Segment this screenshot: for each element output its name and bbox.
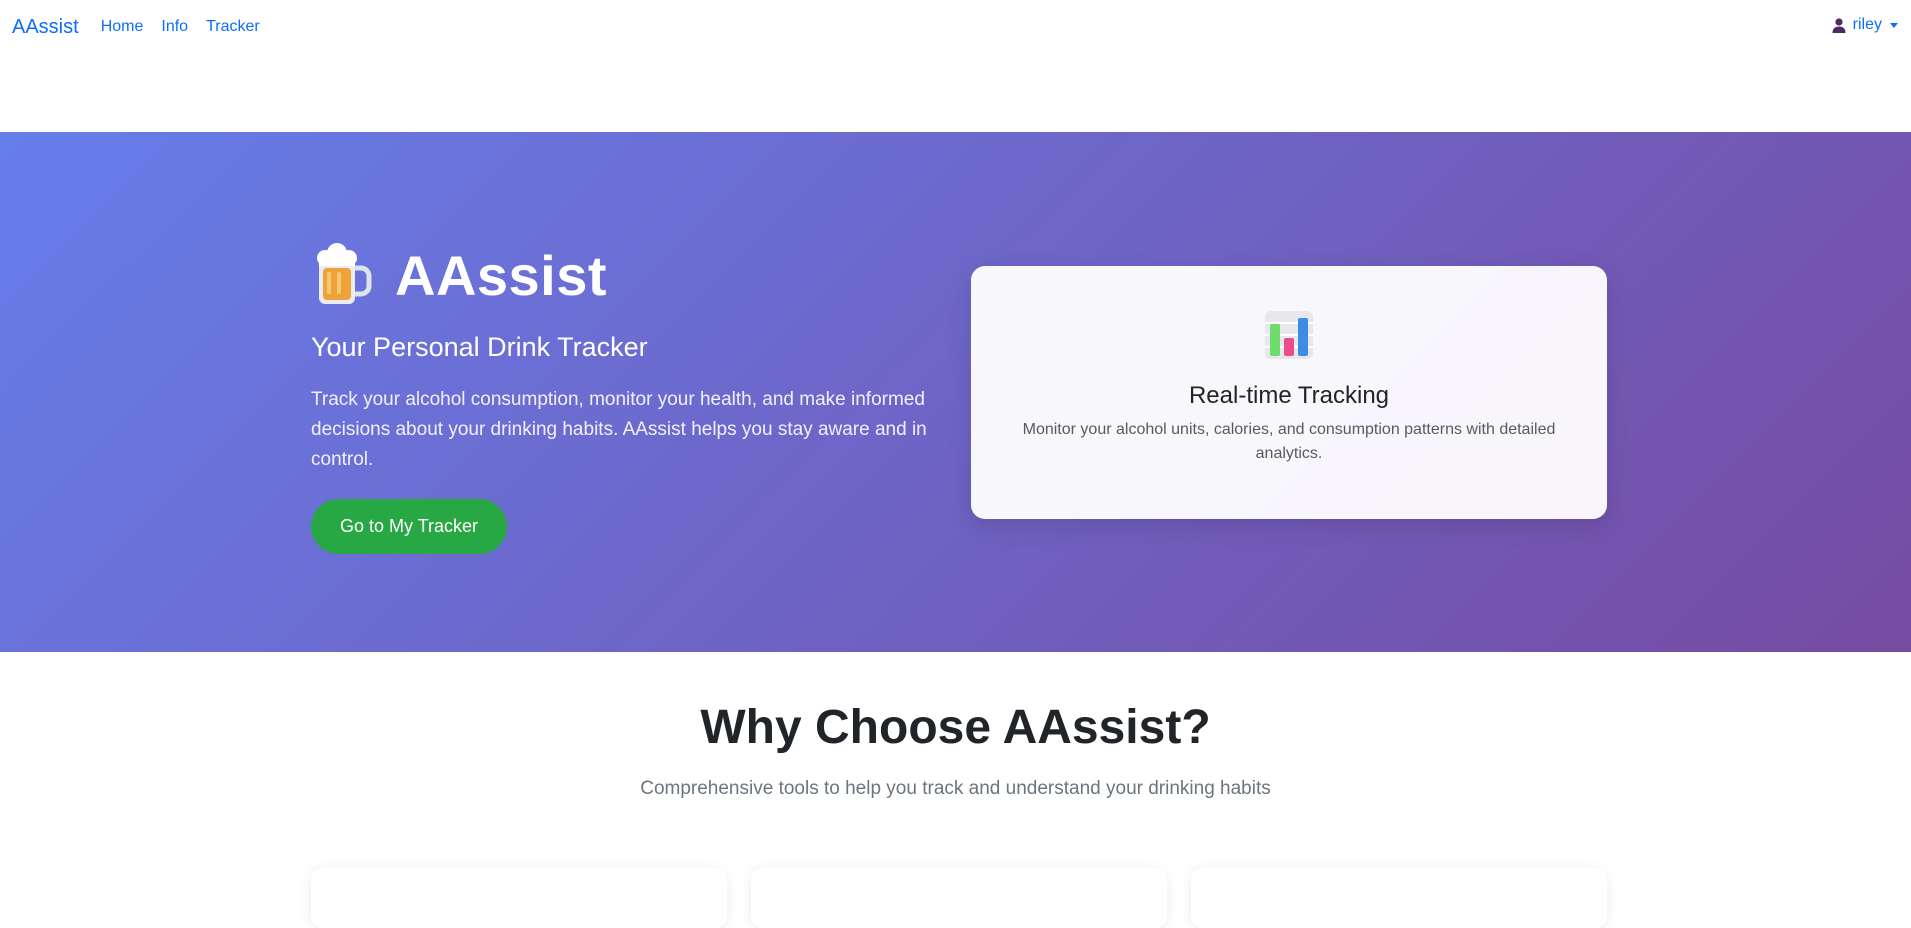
caret-down-icon [1890,22,1898,28]
bar-chart-icon [1264,310,1314,360]
nav-link-tracker[interactable]: Tracker [206,18,260,36]
hero-section: AAssist Your Personal Drink Tracker Trac… [0,132,1911,652]
nav-link-home[interactable]: Home [101,18,144,36]
hero-subtitle: Your Personal Drink Tracker [311,332,648,362]
feature-description: Monitor your alcohol units, calories, an… [1022,421,1556,462]
go-to-tracker-button[interactable]: Go to My Tracker [311,499,508,554]
hero-description: Track your alcohol consumption, monitor … [311,389,927,470]
hero-title: AAssist [395,243,608,307]
brand-link[interactable]: AAssist [12,16,79,39]
username-label: riley [1852,16,1882,33]
hero-content: AAssist Your Personal Drink Tracker Trac… [311,240,936,554]
user-icon [1831,17,1847,33]
beer-mug-icon [311,242,373,308]
feature-card-3 [1191,868,1607,928]
feature-card-1 [311,868,727,928]
feature-card-2 [751,868,1167,928]
nav-link-info[interactable]: Info [161,18,188,36]
user-menu-dropdown[interactable]: riley [1831,16,1898,34]
nav-links: Home Info Tracker [101,18,260,36]
navbar: AAssist Home Info Tracker riley [0,0,1911,54]
feature-title: Real-time Tracking [1188,382,1390,409]
feature-card-realtime-tracking: Real-time Tracking Monitor your alcohol … [971,266,1607,519]
why-section-title: Why Choose AAssist? [700,701,1211,754]
why-section-subtitle: Comprehensive tools to help you track an… [640,778,1271,799]
hero-title-row: AAssist [311,240,936,310]
